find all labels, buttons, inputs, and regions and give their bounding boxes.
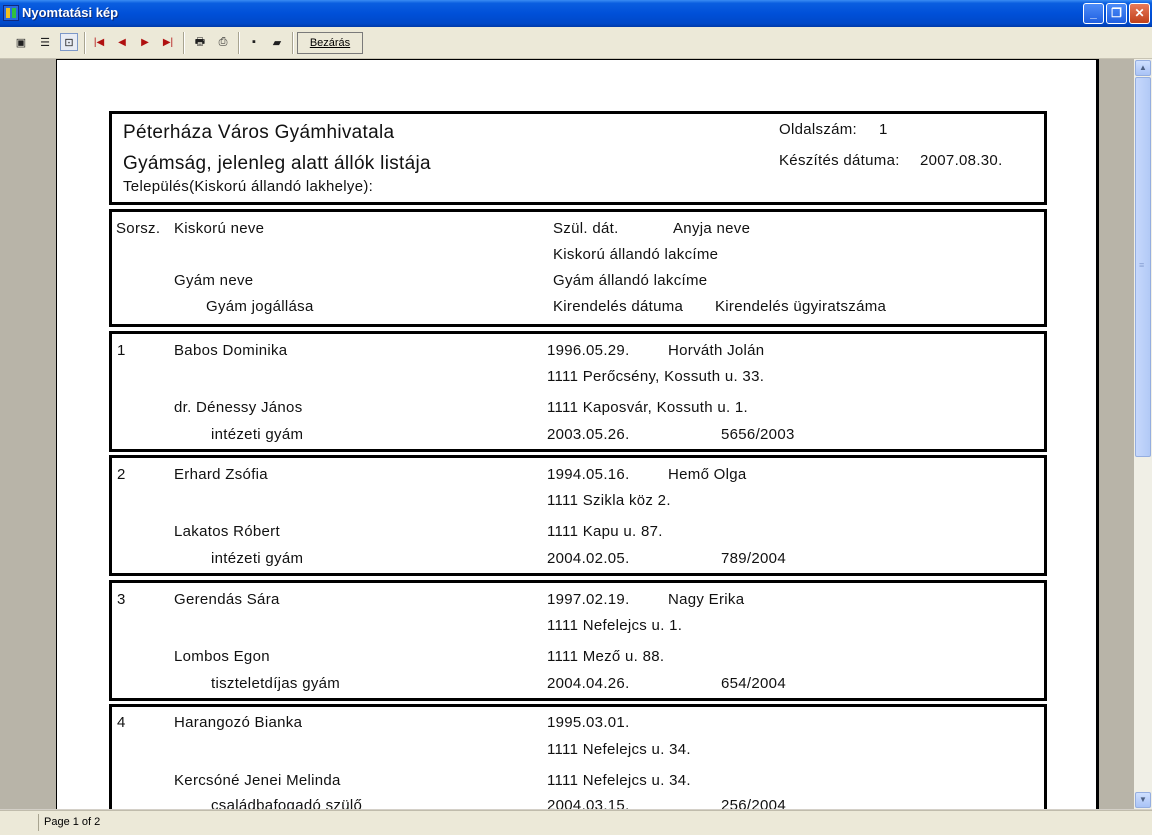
assignment-date: 2004.04.26. bbox=[547, 675, 630, 692]
toolbar-separator bbox=[84, 32, 86, 54]
child-name: Harangozó Bianka bbox=[174, 714, 303, 731]
col-kirendeles-szama: Kirendelés ügyiratszáma bbox=[715, 298, 887, 315]
col-szul-dat: Szül. dát. bbox=[553, 220, 619, 237]
scroll-down-icon[interactable]: ▼ bbox=[1135, 792, 1151, 808]
toolbar-separator bbox=[183, 32, 185, 54]
record-3: 3 Gerendás Sára 1997.02.19. Nagy Erika 1… bbox=[109, 580, 1047, 701]
guardian-status: családbafogadó szülő bbox=[211, 797, 363, 809]
col-anyja-neve: Anyja neve bbox=[673, 220, 751, 237]
case-number: 654/2004 bbox=[721, 675, 786, 692]
col-gyam-jogallasa: Gyám jogállása bbox=[206, 298, 314, 315]
page-number-value: 1 bbox=[879, 121, 888, 138]
column-header: Sorsz. Kiskorú neve Szül. dát. Anyja nev… bbox=[109, 209, 1047, 327]
report-subtitle: Település(Kiskorú állandó lakhelye): bbox=[123, 178, 374, 195]
mother-name: Hemő Olga bbox=[668, 466, 747, 483]
scroll-thumb[interactable] bbox=[1135, 77, 1151, 457]
close-window-button[interactable]: ✕ bbox=[1129, 3, 1150, 24]
mother-name: Nagy Erika bbox=[668, 591, 745, 608]
assignment-date: 2004.03.15. bbox=[547, 797, 630, 809]
record-1: 1 Babos Dominika 1996.05.29. Horváth Jol… bbox=[109, 331, 1047, 452]
record-4: 4 Harangozó Bianka 1995.03.01. 1111 Nefe… bbox=[109, 704, 1047, 809]
page-number-label: Oldalszám: bbox=[779, 121, 858, 138]
child-address: 1111 Nefelejcs u. 1. bbox=[547, 617, 683, 634]
close-preview-button[interactable]: Bezárás bbox=[297, 32, 363, 54]
record-number: 4 bbox=[117, 714, 126, 731]
guardian-status: tiszteletdíjas gyám bbox=[211, 675, 341, 692]
birth-date: 1994.05.16. bbox=[547, 466, 630, 483]
guardian-name: Lombos Egon bbox=[174, 648, 270, 665]
guardian-address: 1111 Nefelejcs u. 34. bbox=[547, 772, 691, 789]
report-title: Gyámság, jelenleg alatt állók listája bbox=[123, 153, 431, 174]
page-width-icon[interactable]: ☰ bbox=[36, 33, 54, 51]
record-2: 2 Erhard Zsófia 1994.05.16. Hemő Olga 11… bbox=[109, 455, 1047, 576]
page-status: Page 1 of 2 bbox=[38, 814, 444, 831]
assignment-date: 2004.02.05. bbox=[547, 550, 630, 567]
print-icon[interactable]: ⎙ bbox=[214, 33, 232, 51]
printer-setup-icon[interactable]: 🖶 bbox=[191, 33, 209, 51]
child-name: Gerendás Sára bbox=[174, 591, 280, 608]
guardian-name: Kercsóné Jenei Melinda bbox=[174, 772, 341, 789]
vertical-scrollbar[interactable]: ▲ ▼ bbox=[1134, 59, 1152, 809]
last-page-icon[interactable]: ▶| bbox=[159, 33, 177, 51]
col-lakcim: Kiskorú állandó lakcíme bbox=[553, 246, 719, 263]
child-name: Erhard Zsófia bbox=[174, 466, 268, 483]
col-gyam-lakcim: Gyám állandó lakcíme bbox=[553, 272, 708, 289]
report-page: Péterháza Város Gyámhivatala Gyámság, je… bbox=[56, 59, 1099, 809]
child-address: 1111 Perőcsény, Kossuth u. 33. bbox=[547, 368, 765, 385]
guardian-address: 1111 Kaposvár, Kossuth u. 1. bbox=[547, 399, 749, 416]
whole-page-icon[interactable]: ▣ bbox=[12, 33, 30, 51]
child-address: 1111 Nefelejcs u. 34. bbox=[547, 741, 691, 758]
col-gyam-neve: Gyám neve bbox=[174, 272, 254, 289]
zoom-100-icon[interactable]: ⊡ bbox=[60, 33, 78, 51]
col-kirendeles-datuma: Kirendelés dátuma bbox=[553, 298, 684, 315]
toolbar: ▣ ☰ ⊡ |◀ ◀ ▶ ▶| 🖶 ⎙ ▪ ▰ bbox=[0, 27, 1152, 59]
guardian-address: 1111 Mező u. 88. bbox=[547, 648, 665, 665]
date-value: 2007.08.30. bbox=[920, 152, 1003, 169]
birth-date: 1996.05.29. bbox=[547, 342, 630, 359]
record-number: 2 bbox=[117, 466, 126, 483]
record-number: 3 bbox=[117, 591, 126, 608]
first-page-icon[interactable]: |◀ bbox=[90, 33, 108, 51]
mother-name: Horváth Jolán bbox=[668, 342, 765, 359]
prev-page-icon[interactable]: ◀ bbox=[113, 33, 131, 51]
org-name: Péterháza Város Gyámhivatala bbox=[123, 122, 395, 143]
case-number: 256/2004 bbox=[721, 797, 786, 809]
status-bar: Page 1 of 2 bbox=[0, 810, 1152, 835]
open-folder-icon[interactable]: ▰ bbox=[268, 33, 286, 51]
child-name: Babos Dominika bbox=[174, 342, 288, 359]
birth-date: 1997.02.19. bbox=[547, 591, 630, 608]
guardian-address: 1111 Kapu u. 87. bbox=[547, 523, 663, 540]
app-icon bbox=[3, 5, 19, 21]
preview-area: Péterháza Város Gyámhivatala Gyámság, je… bbox=[0, 59, 1134, 809]
toolbar-separator bbox=[292, 32, 294, 54]
window-title: Nyomtatási kép bbox=[22, 5, 119, 20]
next-page-icon[interactable]: ▶ bbox=[136, 33, 154, 51]
record-number: 1 bbox=[117, 342, 126, 359]
col-kiskoru-neve: Kiskorú neve bbox=[174, 220, 265, 237]
guardian-name: Lakatos Róbert bbox=[174, 523, 280, 540]
toolbar-separator bbox=[238, 32, 240, 54]
assignment-date: 2003.05.26. bbox=[547, 426, 630, 443]
minimize-button[interactable]: _ bbox=[1083, 3, 1104, 24]
col-sorsz: Sorsz. bbox=[116, 220, 161, 237]
save-icon[interactable]: ▪ bbox=[245, 33, 263, 51]
guardian-status: intézeti gyám bbox=[211, 550, 304, 567]
child-address: 1111 Szikla köz 2. bbox=[547, 492, 671, 509]
guardian-status: intézeti gyám bbox=[211, 426, 304, 443]
guardian-name: dr. Dénessy János bbox=[174, 399, 303, 416]
case-number: 789/2004 bbox=[721, 550, 786, 567]
birth-date: 1995.03.01. bbox=[547, 714, 630, 731]
case-number: 5656/2003 bbox=[721, 426, 795, 443]
maximize-button[interactable]: ❐ bbox=[1106, 3, 1127, 24]
title-bar: Nyomtatási kép _ ❐ ✕ bbox=[0, 0, 1152, 27]
scroll-up-icon[interactable]: ▲ bbox=[1135, 60, 1151, 76]
date-label: Készítés dátuma: bbox=[779, 152, 900, 169]
report-header: Péterháza Város Gyámhivatala Gyámság, je… bbox=[109, 111, 1047, 205]
